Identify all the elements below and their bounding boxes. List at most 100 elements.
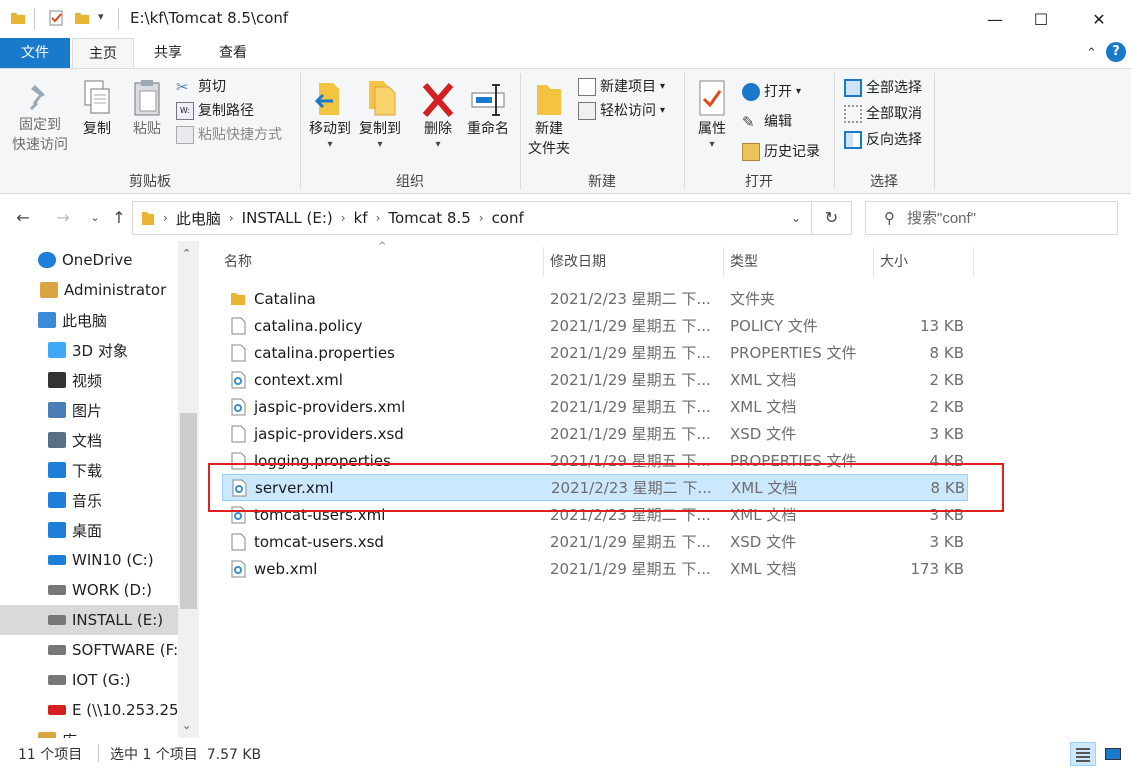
nav-item[interactable]: E (\\10.253.254 <box>0 695 178 725</box>
nav-item[interactable]: INSTALL (E:) <box>0 605 178 635</box>
nav-item[interactable]: 视频 <box>0 365 178 395</box>
copy-path-button[interactable]: W: 复制路径 <box>176 99 282 123</box>
file-row[interactable]: Catalina 2021/2/23 星期二 下... 文件夹 <box>222 285 968 312</box>
properties-quick-icon[interactable] <box>48 10 64 26</box>
nav-item[interactable]: Administrator <box>0 275 178 305</box>
tab-file[interactable]: 文件 <box>0 38 70 68</box>
scroll-up-icon[interactable]: ⌃ <box>182 247 191 260</box>
file-row[interactable]: catalina.properties 2021/1/29 星期五 下... PRO… <box>222 339 968 366</box>
download-icon <box>48 462 66 478</box>
nav-item[interactable]: 3D 对象 <box>0 335 178 365</box>
nav-scrollbar[interactable]: ⌃ ⌄ <box>178 241 199 738</box>
tab-share[interactable]: 共享 <box>136 38 200 68</box>
nav-item-label: IOT (G:) <box>72 671 131 689</box>
properties-dropdown-icon: ▾ <box>709 139 715 150</box>
collapse-ribbon-icon[interactable]: ⌃ <box>1086 46 1097 61</box>
up-arrow-icon[interactable]: ↑ <box>108 207 130 229</box>
customize-quick-access-icon[interactable]: ▾ <box>98 10 104 23</box>
file-row[interactable]: context.xml 2021/1/29 星期五 下... XML 文档 2 KB <box>222 366 968 393</box>
breadcrumb-chevron-icon[interactable]: › <box>374 211 383 225</box>
pin-quick-access-button[interactable]: 固定到 快速访问 <box>8 75 72 155</box>
refresh-icon[interactable]: ↻ <box>812 201 852 235</box>
file-row[interactable]: tomcat-users.xsd 2021/1/29 星期五 下... XSD 文件… <box>222 528 968 555</box>
paste-shortcut-button[interactable]: 粘贴快捷方式 <box>176 123 282 147</box>
breadcrumb-chevron-icon[interactable]: › <box>477 211 486 225</box>
nav-item[interactable]: 桌面 <box>0 515 178 545</box>
nav-item[interactable]: WIN10 (C:) <box>0 545 178 575</box>
edit-button[interactable]: ✎ 编辑 <box>742 107 820 137</box>
nav-item[interactable]: 文档 <box>0 425 178 455</box>
rename-button[interactable]: 重命名 <box>464 75 512 139</box>
new-folder-button[interactable]: 新建 文件夹 <box>524 75 574 159</box>
cut-button[interactable]: ✂ 剪切 <box>176 75 282 99</box>
select-none-button[interactable]: 全部取消 <box>844 101 922 127</box>
breadcrumb-chevron-icon[interactable]: › <box>339 211 348 225</box>
history-button[interactable]: 历史记录 <box>742 137 820 167</box>
maximize-button[interactable]: ☐ <box>1018 0 1064 38</box>
paste-button[interactable]: 粘贴 <box>124 75 170 139</box>
help-icon[interactable]: ? <box>1106 42 1126 62</box>
scrollbar-thumb[interactable] <box>180 413 197 609</box>
copy-icon <box>84 80 110 114</box>
breadcrumb-item[interactable]: INSTALL (E:) <box>236 209 339 227</box>
new-folder-quick-icon[interactable] <box>74 10 90 26</box>
selection-info: 选中 1 个项目 7.57 KB <box>110 747 262 763</box>
invert-selection-button[interactable]: 反向选择 <box>844 127 922 153</box>
nav-item[interactable]: IOT (G:) <box>0 665 178 695</box>
move-to-button[interactable]: 移动到 ▾ <box>306 75 354 150</box>
delete-button[interactable]: 删除 ▾ <box>418 75 458 150</box>
open-dropdown-icon: ▾ <box>796 86 802 97</box>
copy-to-dropdown-icon: ▾ <box>377 139 383 150</box>
forward-arrow-icon[interactable]: → <box>52 207 74 229</box>
select-all-label: 全部选择 <box>866 80 922 96</box>
breadcrumb-item[interactable]: kf <box>348 209 374 227</box>
column-header-name[interactable]: 名称 <box>218 247 544 277</box>
nav-item[interactable]: 图片 <box>0 395 178 425</box>
breadcrumb-item[interactable]: conf <box>486 209 530 227</box>
large-icons-view-icon[interactable] <box>1100 742 1126 766</box>
tab-home[interactable]: 主页 <box>72 38 134 69</box>
tab-view[interactable]: 查看 <box>202 38 264 68</box>
column-header-type[interactable]: 类型 <box>724 247 874 277</box>
scroll-down-icon[interactable]: ⌄ <box>182 719 191 732</box>
nav-item-label: 库 <box>62 730 77 739</box>
nav-item[interactable]: OneDrive <box>0 245 178 275</box>
file-row[interactable]: jaspic-providers.xml 2021/1/29 星期五 下... XM… <box>222 393 968 420</box>
nav-item[interactable]: WORK (D:) <box>0 575 178 605</box>
file-row[interactable]: web.xml 2021/1/29 星期五 下... XML 文档 173 KB <box>222 555 968 582</box>
copy-to-button[interactable]: 复制到 ▾ <box>356 75 404 150</box>
nav-item[interactable]: SOFTWARE (F: <box>0 635 178 665</box>
folder-icon <box>142 212 154 225</box>
nav-item[interactable]: 库 <box>0 725 178 738</box>
column-header-date[interactable]: 修改日期 <box>544 247 724 277</box>
new-item-button[interactable]: 新建项目 ▾ <box>578 75 665 99</box>
copy-button[interactable]: 复制 <box>74 75 120 139</box>
search-input[interactable] <box>907 209 1107 227</box>
breadcrumb-chevron-icon[interactable]: › <box>227 211 236 225</box>
file-row[interactable]: catalina.policy 2021/1/29 星期五 下... POLICY … <box>222 312 968 339</box>
open-group-label: 打开 <box>745 174 773 190</box>
file-name: catalina.properties <box>254 343 395 362</box>
recent-locations-chevron-icon[interactable]: ⌄ <box>84 207 106 229</box>
nav-item[interactable]: 下载 <box>0 455 178 485</box>
breadcrumb-chevron-icon[interactable]: › <box>161 211 170 225</box>
back-arrow-icon[interactable]: ← <box>12 207 34 229</box>
close-button[interactable]: ✕ <box>1076 0 1122 38</box>
picture-icon <box>48 402 66 418</box>
easy-access-button[interactable]: 轻松访问 ▾ <box>578 99 665 123</box>
file-icon <box>231 317 246 334</box>
file-row[interactable]: jaspic-providers.xsd 2021/1/29 星期五 下... XS… <box>222 420 968 447</box>
open-button[interactable]: 打开 ▾ <box>742 77 820 107</box>
column-header-size[interactable]: 大小 <box>874 247 974 277</box>
properties-button[interactable]: 属性 ▾ <box>690 75 734 150</box>
details-view-icon[interactable] <box>1070 742 1096 766</box>
nav-item-label: E (\\10.253.254 <box>72 701 178 719</box>
select-all-button[interactable]: 全部选择 <box>844 75 922 101</box>
nav-item[interactable]: 此电脑 <box>0 305 178 335</box>
address-bar[interactable]: › 此电脑 › INSTALL (E:) › kf › Tomcat 8.5 ›… <box>132 201 812 235</box>
breadcrumb-item[interactable]: 此电脑 <box>170 208 227 229</box>
breadcrumb-item[interactable]: Tomcat 8.5 <box>382 209 476 227</box>
minimize-button[interactable]: — <box>972 0 1018 38</box>
address-history-chevron-icon[interactable]: ⌄ <box>791 211 801 225</box>
nav-item[interactable]: 音乐 <box>0 485 178 515</box>
